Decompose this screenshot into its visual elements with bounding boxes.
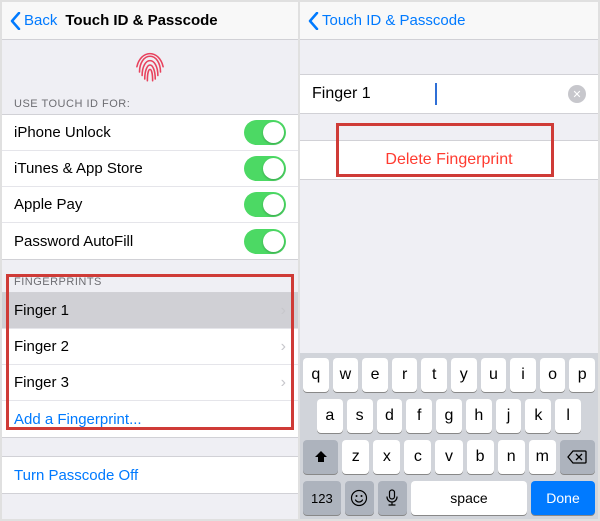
emoji-icon (350, 489, 368, 507)
fingerprint-detail-pane: Touch ID & Passcode Finger 1 ✕ Delete Fi… (300, 2, 598, 519)
row-apple-pay[interactable]: Apple Pay (2, 187, 298, 223)
key-v[interactable]: v (435, 440, 462, 474)
key-dictation[interactable] (378, 481, 407, 515)
row-label: Finger 2 (14, 338, 69, 355)
fingerprint-name-input[interactable]: Finger 1 (312, 85, 427, 103)
keyboard-row-3: z x c v b n m (303, 440, 595, 474)
nav-bar: Back Touch ID & Passcode (2, 2, 298, 40)
key-d[interactable]: d (377, 399, 403, 433)
row-label: Turn Passcode Off (14, 467, 138, 484)
back-button[interactable]: Touch ID & Passcode (322, 12, 465, 29)
row-itunes-appstore[interactable]: iTunes & App Store (2, 151, 298, 187)
nav-title: Touch ID & Passcode (65, 12, 217, 29)
key-c[interactable]: c (404, 440, 431, 474)
key-b[interactable]: b (467, 440, 494, 474)
keyboard-row-1: q w e r t y u i o p (303, 358, 595, 392)
keyboard: q w e r t y u i o p a s d f g h j k l (300, 353, 598, 519)
row-turn-passcode-off[interactable]: Turn Passcode Off (2, 457, 298, 493)
key-t[interactable]: t (421, 358, 447, 392)
row-label: Add a Fingerprint... (14, 411, 142, 428)
touchid-uses-group: iPhone Unlock iTunes & App Store Apple P… (2, 114, 298, 260)
key-y[interactable]: y (451, 358, 477, 392)
row-label: iTunes & App Store (14, 160, 143, 177)
key-z[interactable]: z (342, 440, 369, 474)
back-button[interactable]: Back (24, 12, 57, 29)
key-shift[interactable] (303, 440, 338, 474)
section-header-use-touchid: USE TOUCH ID FOR: (2, 92, 298, 114)
toggle-iphone-unlock[interactable] (244, 120, 286, 145)
row-password-autofill[interactable]: Password AutoFill (2, 223, 298, 259)
keyboard-row-4: 123 space Done (303, 481, 595, 515)
toggle-apple-pay[interactable] (244, 192, 286, 217)
key-i[interactable]: i (510, 358, 536, 392)
row-iphone-unlock[interactable]: iPhone Unlock (2, 115, 298, 151)
microphone-icon (386, 489, 398, 507)
key-u[interactable]: u (481, 358, 507, 392)
fingerprints-group: Finger 1 › Finger 2 › Finger 3 › Add a F… (2, 292, 298, 438)
toggle-itunes-appstore[interactable] (244, 156, 286, 181)
key-s[interactable]: s (347, 399, 373, 433)
chevron-right-icon: › (273, 374, 286, 392)
touch-id-settings-pane: Back Touch ID & Passcode USE TOUCH ID FO… (2, 2, 300, 519)
row-label: Finger 3 (14, 374, 69, 391)
row-finger-2[interactable]: Finger 2 › (2, 329, 298, 365)
chevron-left-icon[interactable] (8, 12, 22, 30)
key-f[interactable]: f (406, 399, 432, 433)
key-l[interactable]: l (555, 399, 581, 433)
delete-fingerprint-row[interactable]: Delete Fingerprint (300, 140, 598, 180)
chevron-right-icon: › (273, 338, 286, 356)
key-x[interactable]: x (373, 440, 400, 474)
row-label: Apple Pay (14, 196, 82, 213)
key-w[interactable]: w (333, 358, 359, 392)
nav-bar: Touch ID & Passcode (300, 2, 598, 40)
row-label: Finger 1 (14, 302, 69, 319)
key-g[interactable]: g (436, 399, 462, 433)
row-label: iPhone Unlock (14, 124, 111, 141)
section-header-fingerprints: FINGERPRINTS (2, 270, 298, 292)
key-k[interactable]: k (525, 399, 551, 433)
key-o[interactable]: o (540, 358, 566, 392)
keyboard-row-2: a s d f g h j k l (303, 399, 595, 433)
row-label: Password AutoFill (14, 233, 133, 250)
fingerprint-icon (129, 44, 171, 86)
row-finger-1[interactable]: Finger 1 › (2, 293, 298, 329)
row-finger-3[interactable]: Finger 3 › (2, 365, 298, 401)
key-h[interactable]: h (466, 399, 492, 433)
chevron-right-icon: › (273, 302, 286, 320)
key-q[interactable]: q (303, 358, 329, 392)
key-r[interactable]: r (392, 358, 418, 392)
key-j[interactable]: j (496, 399, 522, 433)
key-backspace[interactable] (560, 440, 595, 474)
toggle-password-autofill[interactable] (244, 229, 286, 254)
key-p[interactable]: p (569, 358, 595, 392)
key-done[interactable]: Done (531, 481, 595, 515)
key-a[interactable]: a (317, 399, 343, 433)
chevron-left-icon[interactable] (306, 12, 320, 30)
delete-fingerprint-label: Delete Fingerprint (385, 151, 512, 169)
key-e[interactable]: e (362, 358, 388, 392)
backspace-icon (567, 450, 587, 464)
key-emoji[interactable] (345, 481, 374, 515)
fingerprint-graphic (2, 40, 298, 92)
text-cursor (435, 83, 437, 105)
passcode-group: Turn Passcode Off (2, 456, 298, 494)
key-m[interactable]: m (529, 440, 556, 474)
key-space[interactable]: space (411, 481, 527, 515)
row-add-fingerprint[interactable]: Add a Fingerprint... (2, 401, 298, 437)
fingerprint-name-row[interactable]: Finger 1 ✕ (300, 74, 598, 114)
shift-icon (313, 449, 329, 465)
clear-text-icon[interactable]: ✕ (568, 85, 586, 103)
key-numbers[interactable]: 123 (303, 481, 341, 515)
key-n[interactable]: n (498, 440, 525, 474)
